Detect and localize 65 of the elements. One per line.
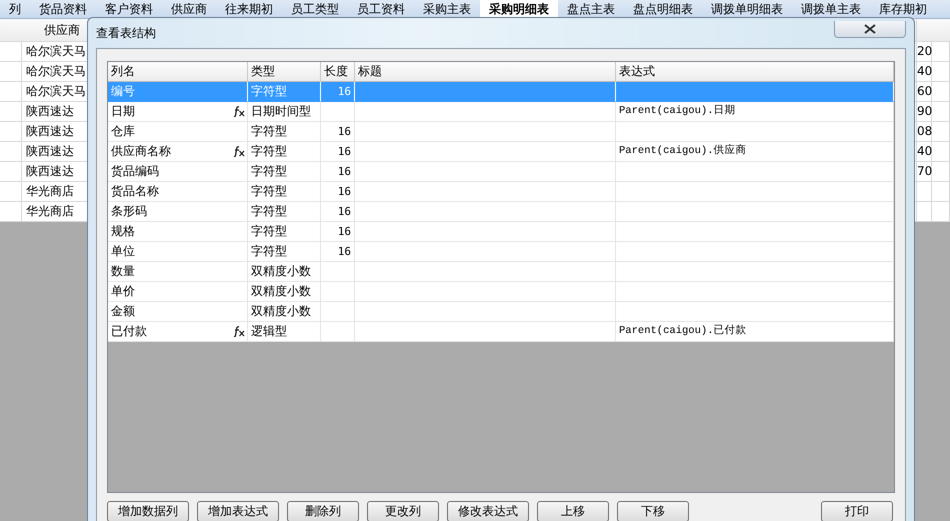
tab[interactable]: 库存期初 — [870, 0, 936, 18]
table-row[interactable]: 货品编码 字符型 16 — [108, 162, 894, 182]
table-row[interactable]: 金额 双精度小数 — [108, 302, 894, 322]
table-cell: 40 — [917, 62, 932, 82]
tab[interactable]: 员工类型 — [282, 0, 348, 18]
table-cell-text: 供应商名称 — [111, 143, 171, 160]
dialog-button[interactable]: 删除列 — [287, 501, 359, 521]
tab[interactable]: 供应商 — [162, 0, 216, 18]
column-header: 表达式 — [616, 62, 894, 82]
tab[interactable]: 列 — [0, 0, 30, 18]
table-cell-text: 货品名称 — [111, 183, 159, 200]
dialog-button[interactable]: 下移 — [617, 501, 689, 521]
table-cell: 08 — [917, 122, 932, 142]
table-row[interactable]: 已付款 逻辑型 Parent(caigou).已付款 — [108, 322, 894, 342]
dialog-button[interactable]: 修改表达式 — [447, 501, 529, 521]
table-cell-text: 规格 — [111, 223, 135, 240]
tab[interactable]: 采购明细表 — [480, 0, 558, 18]
close-button[interactable] — [834, 20, 906, 38]
table-cell: 70 — [917, 162, 932, 182]
column-header: 列名 — [108, 62, 248, 82]
table-row[interactable]: 条形码 字符型 16 — [108, 202, 894, 222]
table-cell-text: 数量 — [111, 263, 135, 280]
tab[interactable]: 调拨单明细表 — [702, 0, 792, 18]
table-cell: 60 — [917, 82, 932, 102]
table-row[interactable]: 单价 双精度小数 — [108, 282, 894, 302]
dialog-button[interactable]: 上移 — [537, 501, 609, 521]
dialog-button[interactable]: 增加数据列 — [107, 501, 189, 521]
tab[interactable]: 往来期初 — [216, 0, 282, 18]
table-cell-text: 日期 — [111, 103, 135, 120]
table-row[interactable]: 货品名称 字符型 16 — [108, 182, 894, 202]
tab[interactable]: 盘点主表 — [558, 0, 624, 18]
window-title: 查看表结构 — [96, 24, 156, 42]
tab[interactable]: 员工资料 — [348, 0, 414, 18]
tab[interactable]: 客户资料 — [96, 0, 162, 18]
table-cell-text: 单价 — [111, 283, 135, 300]
table-row[interactable]: 仓库 字符型 16 — [108, 122, 894, 142]
column-header: 标题 — [355, 62, 616, 82]
dialog-button[interactable]: 打印 — [821, 501, 893, 521]
dialog-button[interactable]: 增加表达式 — [197, 501, 279, 521]
close-icon — [864, 24, 876, 34]
table-cell-text: 已付款 — [111, 323, 147, 340]
column-header: 长度 — [321, 62, 355, 82]
table-row[interactable]: 供应商名称 字符型 16 Parent(caigou).供应商 — [108, 142, 894, 162]
table-cell-text: 编号 — [111, 83, 135, 100]
tab[interactable]: 盘点明细表 — [624, 0, 702, 18]
table-cell-text: 货品编码 — [111, 163, 159, 180]
table-cell: Parent(caigou).已付款 — [616, 322, 894, 342]
table-row[interactable]: 规格 字符型 16 — [108, 222, 894, 242]
table-cell-text: 单位 — [111, 243, 135, 260]
table-row[interactable]: 单位 字符型 16 — [108, 242, 894, 262]
table-cell-text: 金额 — [111, 303, 135, 320]
table-cell: 40 — [917, 142, 932, 162]
table-cell: 90 — [917, 102, 932, 122]
table-cell-text: 条形码 — [111, 203, 147, 220]
table-cell: 逻辑型 — [248, 322, 321, 342]
table-cell-text: 仓库 — [111, 123, 135, 140]
dialog-button[interactable]: 更改列 — [367, 501, 439, 521]
table-row[interactable]: 日期 日期时间型 Parent(caigou).日期 — [108, 102, 894, 122]
table-cell: 20 — [917, 42, 932, 62]
column-header: 类型 — [248, 62, 321, 82]
tab[interactable]: 调拨单主表 — [792, 0, 870, 18]
column-header — [0, 19, 23, 42]
table-row[interactable]: 数量 双精度小数 — [108, 262, 894, 282]
tab[interactable]: 货品资料 — [30, 0, 96, 18]
tab[interactable]: 采购主表 — [414, 0, 480, 18]
